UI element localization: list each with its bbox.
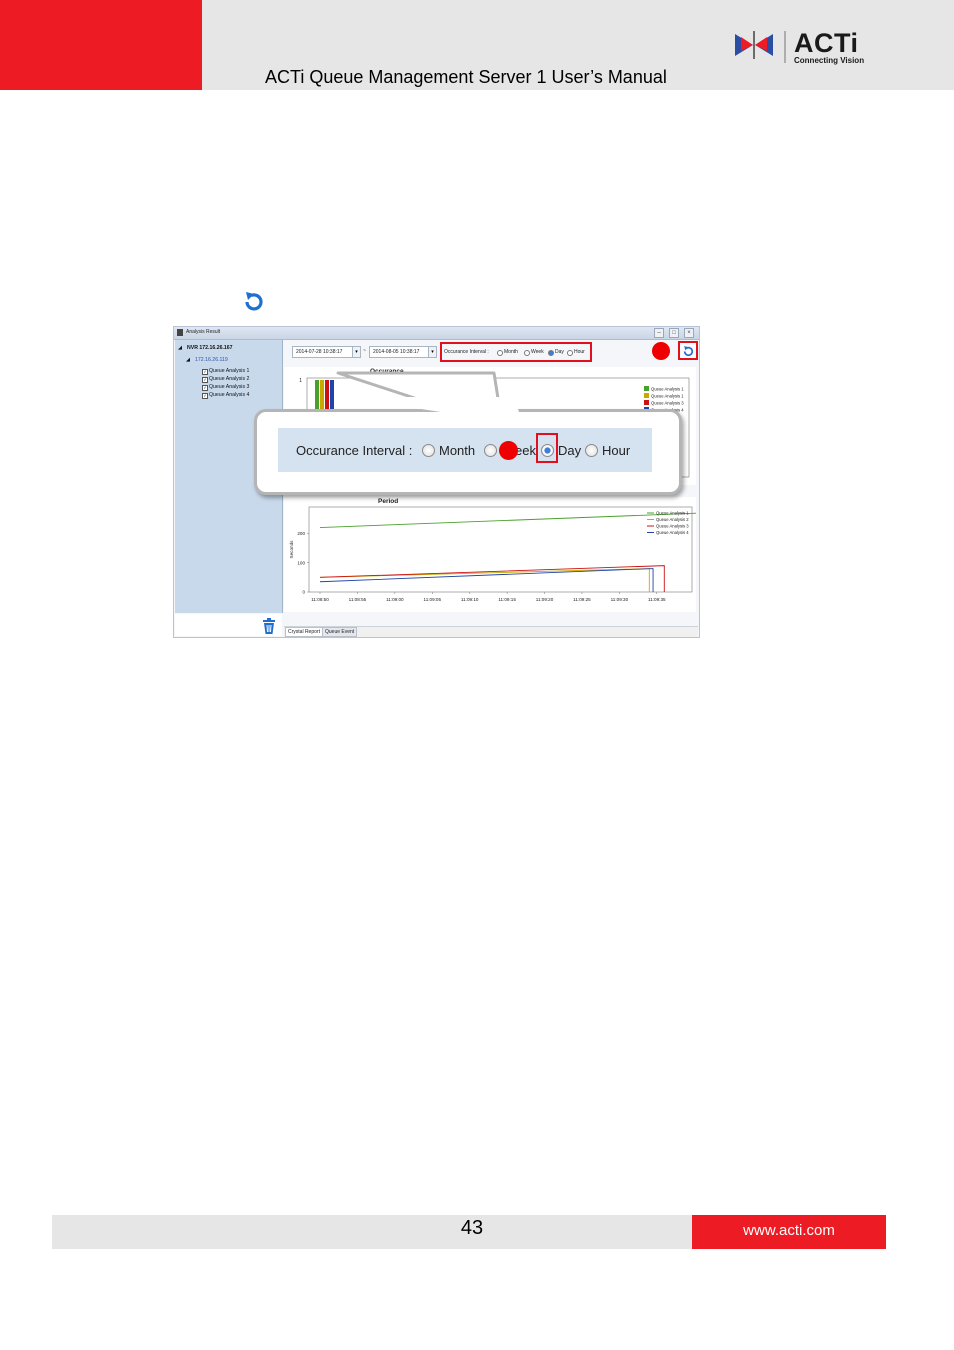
legend-swatch	[644, 400, 649, 405]
refresh-button[interactable]	[678, 341, 698, 360]
callout-interval-label: Occurance Interval :	[296, 443, 413, 458]
x-tick-label: 11:09:05	[423, 597, 441, 602]
period-chart-panel: 11:08:50 11:08:55 11:09:00 11:09:05 11:09:10…	[284, 497, 706, 612]
window-title: Analysis Result	[186, 329, 221, 335]
logo-wordmark: ACTi	[794, 28, 859, 58]
x-tick-label: 11:08:55	[349, 597, 367, 602]
collapse-arrow-icon[interactable]: ◢	[186, 357, 190, 363]
calendar-dropdown-icon[interactable]: ▾	[428, 346, 437, 358]
x-tick-label: 11:09:10	[461, 597, 479, 602]
radio-hour-label[interactable]: Hour	[574, 349, 585, 355]
tree-item-queue-analysis[interactable]: Queue Analysis 4	[209, 392, 249, 398]
x-tick-label: 11:09:00	[386, 597, 404, 602]
collapse-arrow-icon[interactable]: ◢	[178, 345, 182, 351]
x-tick-label: 11:09:25	[573, 597, 591, 602]
tree-device-node[interactable]: 172.16.26.119	[195, 357, 228, 363]
step-marker	[499, 441, 518, 460]
radio-day-selected[interactable]	[548, 350, 554, 356]
step-marker	[652, 342, 670, 360]
day-highlight-box	[536, 433, 558, 463]
radio-hour[interactable]	[567, 350, 573, 356]
callout-hour-label[interactable]: Hour	[602, 443, 630, 458]
report-tabs: Crystal Report Queue Event	[284, 626, 698, 637]
trash-icon[interactable]	[261, 617, 277, 635]
legend-label: Queue Analysis 3	[651, 401, 684, 406]
tab-crystal-report[interactable]: Crystal Report	[285, 627, 323, 637]
manual-title: ACTi Queue Management Server 1 User’s Ma…	[265, 67, 667, 87]
start-date-input[interactable]: 2014-07-28 10:38:17	[292, 346, 359, 358]
legend-label: Queue Analysis 2	[656, 517, 689, 522]
legend-label: Queue Analysis 1	[651, 387, 684, 392]
period-chart-title: Period	[378, 498, 399, 505]
tab-queue-event[interactable]: Queue Event	[322, 627, 358, 637]
x-tick-label: 11:09:20	[536, 597, 554, 602]
checkbox-checked[interactable]: ✓	[202, 369, 208, 375]
analysis-result-screenshot: Analysis Result – □ × ◢ NVR 172.16.26.16…	[173, 326, 706, 638]
radio-month[interactable]	[497, 350, 503, 356]
close-icon[interactable]: ×	[684, 328, 694, 338]
tree-item-queue-analysis[interactable]: Queue Analysis 3	[209, 384, 249, 390]
x-tick-label: 11:08:50	[311, 597, 329, 602]
maximize-icon[interactable]: □	[669, 328, 679, 338]
logo-tagline: Connecting Vision	[794, 56, 865, 65]
tree-item-queue-analysis[interactable]: Queue Analysis 1	[209, 368, 249, 374]
window-titlebar	[174, 327, 699, 340]
callout-pointer-join	[344, 397, 520, 415]
tree-nvr-node[interactable]: NVR 172.16.26.167	[187, 345, 233, 351]
legend-label: Queue Analysis 1	[651, 394, 684, 399]
date-range-separator: ~	[363, 348, 366, 354]
checkbox-checked[interactable]: ✓	[202, 377, 208, 383]
x-tick-label: 11:09:35	[648, 597, 666, 602]
y-tick-label: 0	[302, 590, 305, 595]
y-tick-label: 200	[297, 531, 305, 536]
callout-month-label[interactable]: Month	[439, 443, 475, 458]
footer-url-link[interactable]: www.acti.com	[692, 1222, 886, 1239]
header-accent-block	[0, 0, 202, 90]
period-chart: 11:08:50 11:08:55 11:09:00 11:09:05 11:09:10…	[289, 506, 706, 602]
calendar-dropdown-icon[interactable]: ▾	[352, 346, 361, 358]
legend-swatch	[644, 393, 649, 398]
radio-week[interactable]	[524, 350, 530, 356]
callout-radio-month[interactable]	[422, 444, 435, 457]
x-tick-label: 11:09:15	[498, 597, 516, 602]
legend-label: Queue Analysis 3	[656, 524, 689, 529]
minimize-icon[interactable]: –	[654, 328, 664, 338]
end-date-input[interactable]: 2014-08-05 10:38:17	[369, 346, 430, 358]
radio-week-label[interactable]: Week	[531, 349, 544, 355]
callout-radio-week[interactable]	[484, 444, 497, 457]
y-tick-label: 1	[299, 378, 302, 384]
app-icon	[177, 329, 183, 336]
legend-swatch	[644, 386, 649, 391]
checkbox-checked[interactable]: ✓	[202, 385, 208, 391]
refresh-icon	[245, 292, 263, 311]
y-tick-label: 100	[297, 560, 305, 565]
y-axis-label: Seconds	[289, 540, 294, 559]
callout-week-label[interactable]: eek	[515, 443, 536, 458]
refresh-icon[interactable]	[682, 345, 695, 358]
tree-item-queue-analysis[interactable]: Queue Analysis 2	[209, 376, 249, 382]
x-tick-label: 11:09:30	[611, 597, 629, 602]
callout-radio-hour[interactable]	[585, 444, 598, 457]
radio-month-label[interactable]: Month	[504, 349, 518, 355]
interval-label: Occurance Interval :	[444, 349, 489, 355]
legend-label: Queue Analysis 1	[656, 511, 689, 516]
checkbox-checked[interactable]: ✓	[202, 393, 208, 399]
callout-day-label[interactable]: Day	[558, 443, 581, 458]
radio-day-label[interactable]: Day	[555, 349, 564, 355]
legend-label: Queue Analysis 4	[656, 530, 689, 535]
period-plot-area	[308, 506, 693, 593]
